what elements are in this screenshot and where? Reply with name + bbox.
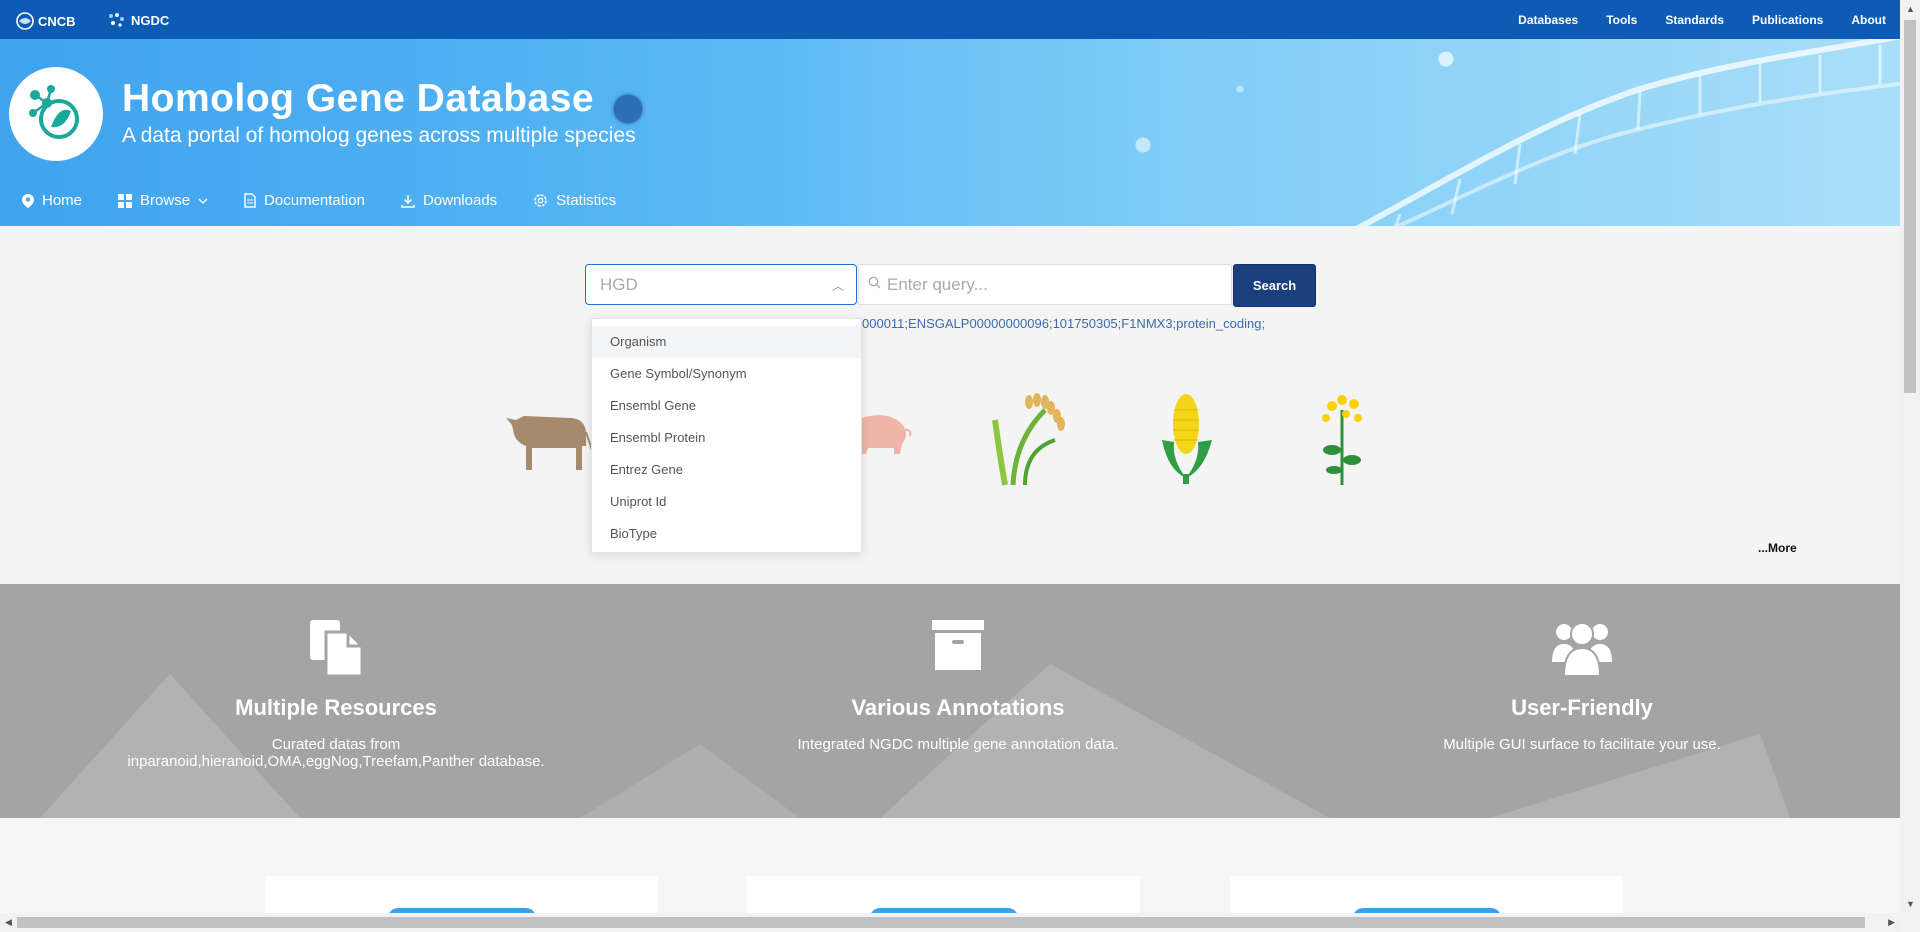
nav-statistics[interactable]: Statistics xyxy=(533,192,616,209)
cncb-globe-icon xyxy=(16,12,34,30)
nav-documentation[interactable]: Documentation xyxy=(244,192,365,209)
top-nav-tools[interactable]: Tools xyxy=(1606,13,1637,27)
dropdown-option-uniprot-id[interactable]: Uniprot Id xyxy=(592,486,861,518)
chevron-down-icon xyxy=(198,198,208,204)
ngdc-label: NGDC xyxy=(131,12,170,28)
query-placeholder: Enter query... xyxy=(887,275,988,294)
species-more-link[interactable]: ...More xyxy=(1758,541,1797,555)
vertical-scrollbar[interactable]: ▲ ▼ xyxy=(1900,0,1920,913)
horizontal-scroll-thumb[interactable] xyxy=(17,917,1865,928)
dropdown-option-entrez-gene[interactable]: Entrez Gene xyxy=(592,454,861,486)
example-query-link[interactable]: 000011;ENSGALP00000000096;101750305;F1NM… xyxy=(862,316,1265,331)
info-card xyxy=(265,876,658,922)
top-nav-databases[interactable]: Databases xyxy=(1518,13,1578,27)
users-icon xyxy=(1552,622,1612,677)
pig-icon[interactable] xyxy=(858,390,918,480)
ngdc-logo[interactable]: NGDC xyxy=(107,12,169,28)
query-input[interactable]: Enter query... xyxy=(858,264,1232,305)
dropdown-option-ensembl-gene[interactable]: Ensembl Gene xyxy=(592,390,861,422)
document-icon xyxy=(244,193,256,208)
rapeseed-flower-icon[interactable] xyxy=(1312,390,1372,485)
dropdown-option-ensembl-protein[interactable]: Ensembl Protein xyxy=(592,422,861,454)
feature-various-annotations: Various Annotations Integrated NGDC mult… xyxy=(698,584,1218,753)
search-button[interactable]: Search xyxy=(1233,264,1316,307)
location-pin-icon xyxy=(22,193,34,208)
dropdown-option-organism[interactable]: Organism xyxy=(592,326,861,358)
nav-browse[interactable]: Browse xyxy=(118,192,208,209)
top-nav: Databases Tools Standards Publications A… xyxy=(1518,0,1886,39)
cncb-logo[interactable]: CNCB xyxy=(16,12,76,30)
grid-icon xyxy=(118,193,133,208)
nav-documentation-label: Documentation xyxy=(264,192,365,209)
feature-desc: inparanoid,hieranoid,OMA,eggNog,Treefam,… xyxy=(127,753,545,770)
nav-downloads[interactable]: Downloads xyxy=(401,192,497,209)
dropdown-option-biotype[interactable]: BioType xyxy=(592,518,861,550)
nav-statistics-label: Statistics xyxy=(556,192,617,209)
nav-browse-label: Browse xyxy=(140,192,191,209)
feature-desc: Curated datas from xyxy=(271,736,401,753)
scroll-down-arrow-icon[interactable]: ▼ xyxy=(1906,899,1915,909)
settings-gear-icon xyxy=(534,194,547,207)
scroll-right-arrow-icon[interactable]: ▶ xyxy=(1888,917,1895,928)
cow-icon[interactable] xyxy=(502,390,594,480)
hgd-logo[interactable] xyxy=(9,67,103,161)
top-bar: CNCB NGDC Databases Tools Standards Publ… xyxy=(0,0,1900,39)
feature-title: User-Friendly xyxy=(1511,695,1653,720)
feature-title: Various Annotations xyxy=(851,695,1065,720)
archive-icon xyxy=(932,620,984,670)
corn-icon[interactable] xyxy=(1158,390,1216,485)
chevron-up-icon: ︿ xyxy=(831,279,844,293)
main-nav: Home Browse Documentation Downloads Stat… xyxy=(22,192,616,209)
scroll-up-arrow-icon[interactable]: ▲ xyxy=(1906,4,1915,14)
nav-home[interactable]: Home xyxy=(22,192,82,209)
banner: Homolog Gene Database A data portal of h… xyxy=(0,39,1900,226)
info-card xyxy=(1230,876,1623,922)
horizontal-scrollbar[interactable]: ◀ ▶ xyxy=(0,913,1900,932)
feature-title: Multiple Resources xyxy=(235,695,437,720)
top-nav-about[interactable]: About xyxy=(1851,13,1886,27)
vertical-scroll-thumb[interactable] xyxy=(1904,20,1916,393)
dropdown-option-gene-symbol[interactable]: Gene Symbol/Synonym xyxy=(592,358,861,390)
top-nav-publications[interactable]: Publications xyxy=(1752,13,1823,27)
site-subtitle: A data portal of homolog genes across mu… xyxy=(122,124,636,147)
files-icon xyxy=(310,620,364,678)
feature-desc: Multiple GUI surface to facilitate your … xyxy=(1443,736,1721,753)
site-title: Homolog Gene Database xyxy=(122,77,595,120)
features-section: Multiple Resources Curated datas from in… xyxy=(0,584,1900,818)
search-icon xyxy=(868,276,881,289)
scroll-left-arrow-icon[interactable]: ◀ xyxy=(5,917,12,928)
feature-multiple-resources: Multiple Resources Curated datas from in… xyxy=(76,584,596,770)
search-field-dropdown: Organism Gene Symbol/Synonym Ensembl Gen… xyxy=(591,318,862,553)
feature-desc: Integrated NGDC multiple gene annotation… xyxy=(797,736,1119,753)
top-nav-standards[interactable]: Standards xyxy=(1665,13,1724,27)
cncb-label: CNCB xyxy=(38,13,76,29)
nav-home-label: Home xyxy=(42,192,83,209)
nav-downloads-label: Downloads xyxy=(422,192,498,209)
hgd-molecule-icon xyxy=(29,85,79,139)
download-icon xyxy=(401,194,415,208)
database-select-value: HGD xyxy=(600,275,638,294)
feature-user-friendly: User-Friendly Multiple GUI surface to fa… xyxy=(1322,584,1842,753)
ngdc-dots-icon xyxy=(109,13,124,27)
rice-plant-icon[interactable] xyxy=(985,390,1070,490)
dna-helix-graphic xyxy=(1355,39,1900,226)
database-select[interactable]: HGD ︿ xyxy=(585,264,857,305)
info-card xyxy=(747,876,1140,922)
